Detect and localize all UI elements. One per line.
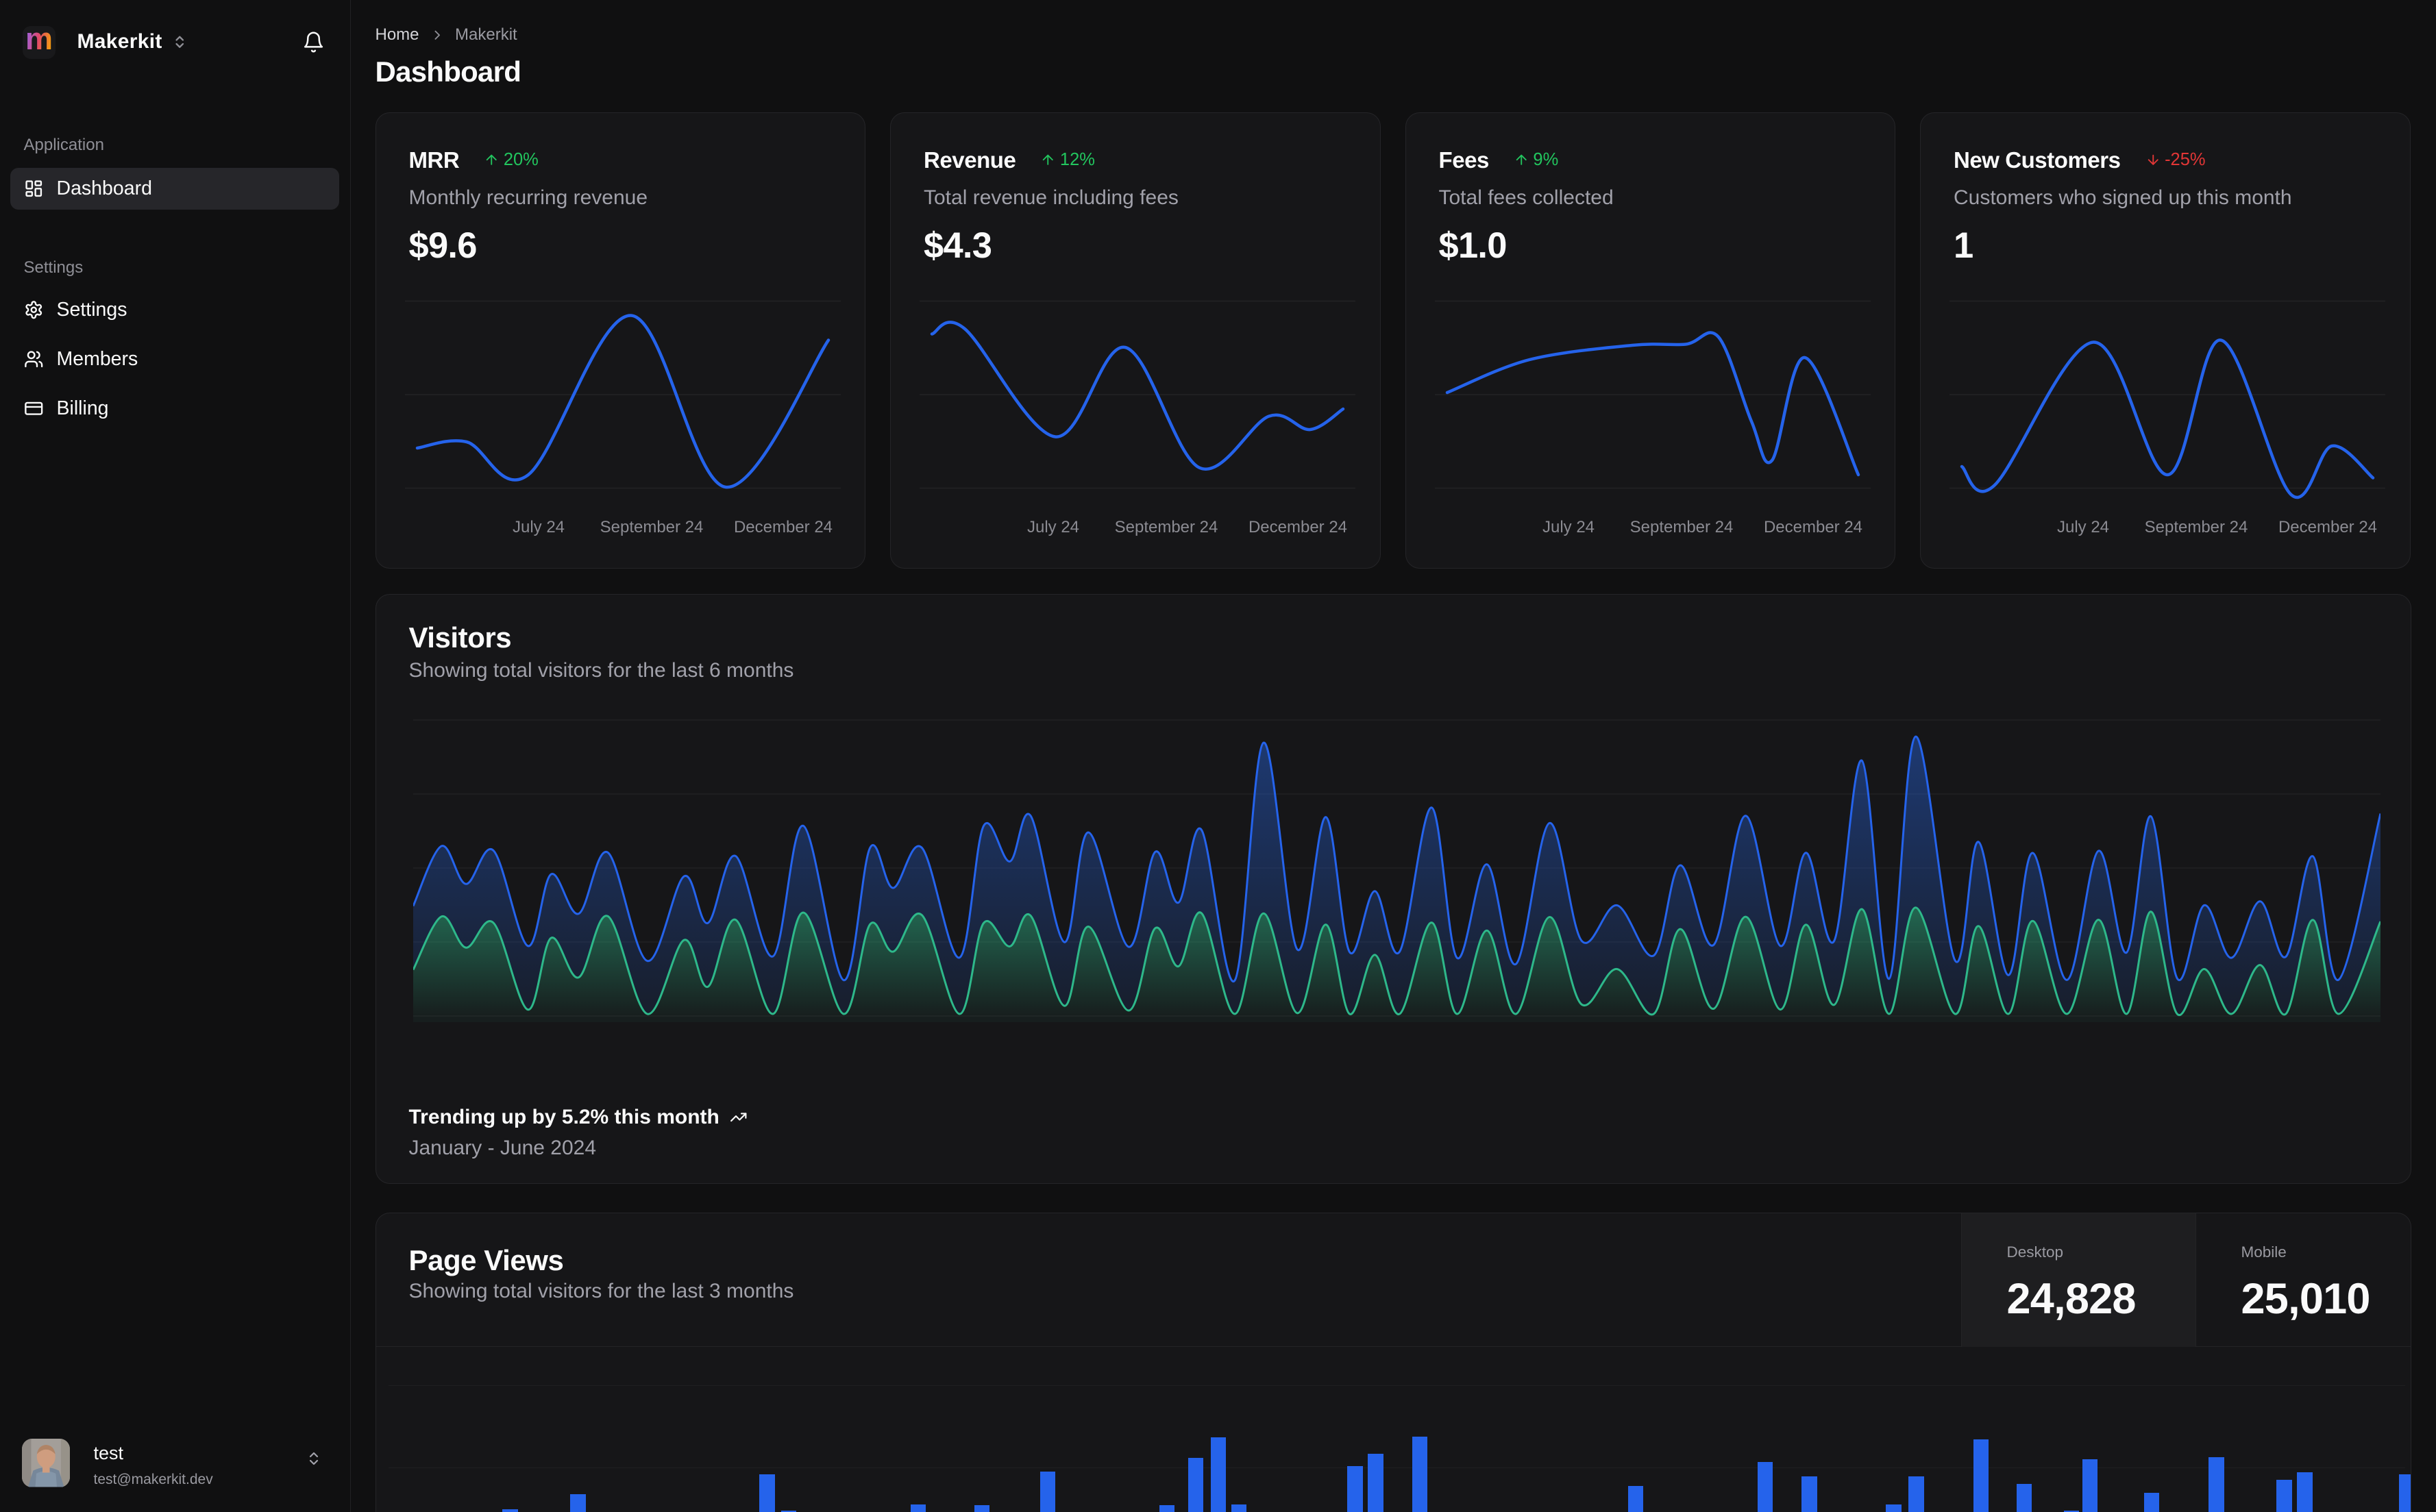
svg-text:September 24: September 24 (2145, 518, 2248, 536)
svg-text:December 24: December 24 (2278, 518, 2377, 536)
svg-text:December 24: December 24 (1248, 518, 1347, 536)
svg-text:July 24: July 24 (512, 518, 564, 536)
svg-text:December 24: December 24 (1763, 518, 1862, 536)
svg-text:September 24: September 24 (1115, 518, 1218, 536)
svg-text:December 24: December 24 (733, 518, 832, 536)
svg-text:July 24: July 24 (1027, 518, 1079, 536)
svg-text:September 24: September 24 (600, 518, 703, 536)
svg-text:September 24: September 24 (1629, 518, 1733, 536)
svg-text:July 24: July 24 (2057, 518, 2109, 536)
svg-text:July 24: July 24 (1542, 518, 1594, 536)
